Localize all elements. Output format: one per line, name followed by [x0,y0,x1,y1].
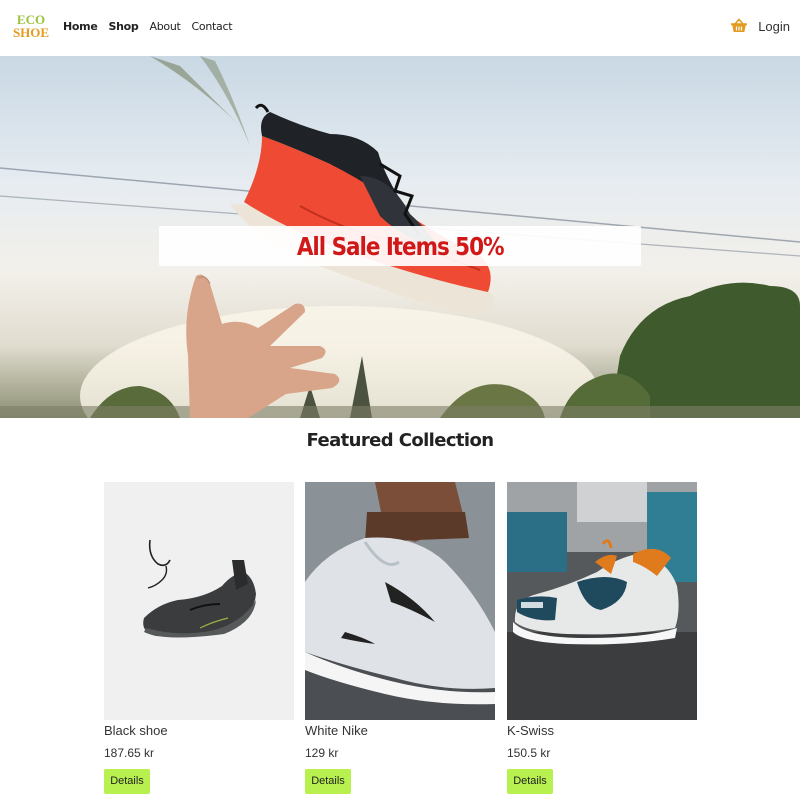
product-price: 187.65 kr [104,746,155,760]
nav-shop[interactable]: Shop [109,20,139,33]
details-button[interactable]: Details [305,769,351,794]
product-price: 150.5 kr [507,746,551,760]
sale-banner-text: All Sale Items 50% [296,231,505,261]
featured-title: Featured Collection [306,430,495,451]
site-logo[interactable]: ECO SHOE [12,13,50,39]
login-link[interactable]: Login [758,19,790,34]
product-card-white-nike: White Nike 129 kr Details [305,482,495,794]
product-name: White Nike [305,723,368,738]
product-card-black-shoe: Black shoe 187.65 kr Details [104,482,294,794]
product-card-k-swiss: K-Swiss 150.5 kr Details [507,482,697,794]
main-nav: Home Shop About Contact [63,20,233,33]
product-image-k-swiss[interactable] [507,482,697,720]
site-header: ECO SHOE Home Shop About Contact Login [0,0,800,56]
product-image-white-nike[interactable] [305,482,495,720]
details-button[interactable]: Details [507,769,553,794]
nav-contact[interactable]: Contact [192,20,233,33]
basket-icon[interactable] [730,17,748,35]
details-button[interactable]: Details [104,769,150,794]
product-name: Black shoe [104,723,168,738]
product-image-black-shoe[interactable] [104,482,294,720]
product-price: 129 kr [305,746,339,760]
product-name: K-Swiss [507,723,554,738]
logo-line-2: SHOE [12,25,50,40]
sale-banner[interactable]: All Sale Items 50% [159,226,641,266]
hero-banner: All Sale Items 50% [0,56,800,418]
nav-home[interactable]: Home [63,20,98,33]
header-actions: Login [730,17,790,35]
nav-about[interactable]: About [150,20,181,33]
